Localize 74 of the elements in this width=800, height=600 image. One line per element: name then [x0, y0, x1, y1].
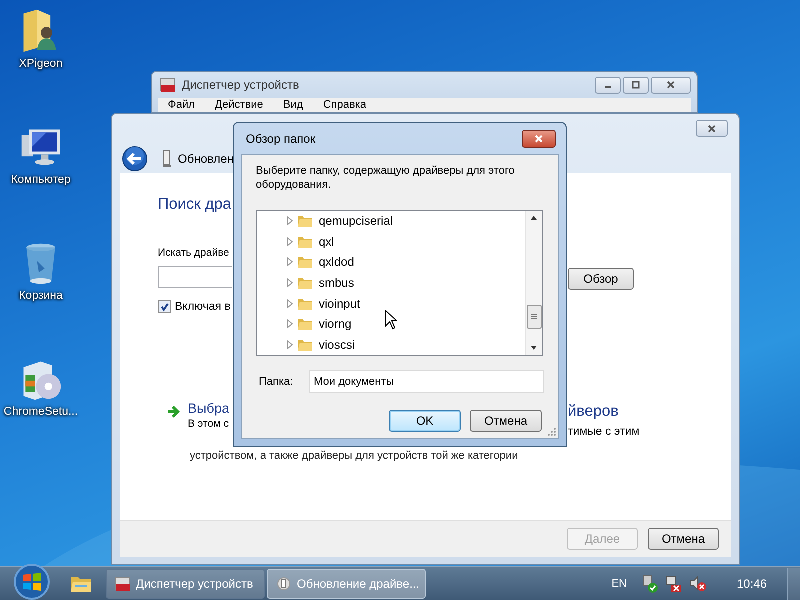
option-title[interactable]: Выбра	[188, 401, 230, 416]
checkbox[interactable]	[158, 300, 171, 313]
option-description: тимые с этим	[568, 426, 640, 438]
option-description: устройством, а также драйверы для устройств той же категории	[190, 450, 518, 462]
folder-icon	[297, 254, 313, 270]
taskbar-button[interactable]: Диспетчер устройств	[106, 568, 265, 598]
page-heading: Поиск дра	[158, 196, 232, 214]
cancel-button[interactable]: Отмена	[648, 528, 719, 550]
expand-arrow-icon[interactable]	[286, 298, 294, 309]
language-indicator[interactable]: EN	[612, 578, 627, 590]
volume-muted-icon[interactable]	[688, 574, 707, 592]
menu-item[interactable]: Действие	[215, 99, 264, 112]
network-error-icon[interactable]	[664, 574, 683, 592]
clock[interactable]: 10:46	[736, 576, 767, 590]
desktop-icon-label[interactable]: Компьютер	[11, 174, 71, 186]
expand-arrow-icon[interactable]	[286, 340, 294, 350]
window-title: Диспетчер устройств	[182, 78, 300, 92]
grip-icon[interactable]	[530, 313, 538, 321]
mouse-cursor-icon	[385, 310, 397, 330]
desktop-icon-label[interactable]: Корзина	[19, 290, 63, 302]
field-label: Папка:	[259, 376, 294, 388]
option-title[interactable]: йверов	[568, 403, 619, 421]
expand-arrow-icon[interactable]	[286, 257, 294, 268]
folder-name[interactable]: smbus	[319, 276, 354, 290]
back-button[interactable]	[122, 146, 148, 172]
scroll-up-icon[interactable]	[530, 215, 538, 221]
start-button[interactable]	[12, 562, 52, 600]
device-icon[interactable]	[276, 576, 292, 592]
cancel-button[interactable]: Отмена	[470, 410, 542, 432]
device-manager-icon	[160, 77, 176, 93]
menu-item[interactable]: Справка	[323, 99, 366, 112]
menu-item[interactable]: Вид	[283, 99, 304, 112]
device-manager-icon[interactable]	[115, 576, 131, 592]
folder-name[interactable]: qemupciserial	[319, 214, 394, 228]
device-ok-icon[interactable]	[640, 574, 659, 592]
close-button[interactable]	[651, 76, 691, 94]
folder-field[interactable]: Мои документы	[309, 370, 544, 393]
folder-icon[interactable]	[70, 574, 92, 592]
ok-button[interactable]: OK	[389, 410, 461, 432]
window-title: Обновлен	[178, 152, 234, 166]
folder-icon	[297, 275, 313, 292]
option-description: В этом с	[188, 418, 229, 430]
instruction-text: Выберите папку, содержащую драйверы для этого оборудования.	[256, 164, 516, 192]
folder-name[interactable]: vioinput	[319, 296, 360, 311]
resize-grip-icon[interactable]	[547, 427, 557, 437]
checkbox-label: Включая в	[175, 300, 231, 312]
close-button[interactable]	[522, 130, 556, 148]
device-icon	[162, 150, 172, 168]
expand-arrow-icon[interactable]	[286, 236, 294, 247]
arrow-icon[interactable]	[167, 405, 181, 419]
desktop-icon-label[interactable]: ChromeSetu...	[4, 406, 78, 418]
folder-name[interactable]: qxl	[319, 234, 334, 249]
folder-icon	[297, 316, 313, 332]
close-button[interactable]	[696, 120, 728, 137]
maximize-button[interactable]	[623, 76, 649, 94]
browse-button[interactable]: Обзор	[568, 268, 634, 290]
folder-icon	[297, 213, 313, 230]
minimize-button[interactable]	[595, 76, 621, 94]
expand-arrow-icon[interactable]	[286, 278, 294, 288]
scroll-down-icon[interactable]	[530, 345, 538, 351]
dialog-title: Обзор папок	[246, 132, 316, 146]
folder-name[interactable]: qxldod	[319, 255, 354, 270]
folder-name[interactable]: viorng	[319, 317, 352, 332]
expand-arrow-icon[interactable]	[286, 319, 294, 330]
close-icon[interactable]	[707, 124, 717, 132]
scrollbar[interactable]	[525, 211, 542, 355]
expand-arrow-icon[interactable]	[286, 216, 294, 226]
maximize-icon[interactable]	[631, 81, 641, 89]
menu-item[interactable]: Файл	[168, 99, 196, 112]
field-label: Искать драйве	[158, 247, 230, 259]
folder-name[interactable]: vioscsi	[319, 338, 356, 352]
desktop-icon-label[interactable]: XPigeon	[19, 58, 63, 70]
path-field[interactable]	[158, 266, 232, 288]
close-icon[interactable]	[666, 81, 676, 89]
